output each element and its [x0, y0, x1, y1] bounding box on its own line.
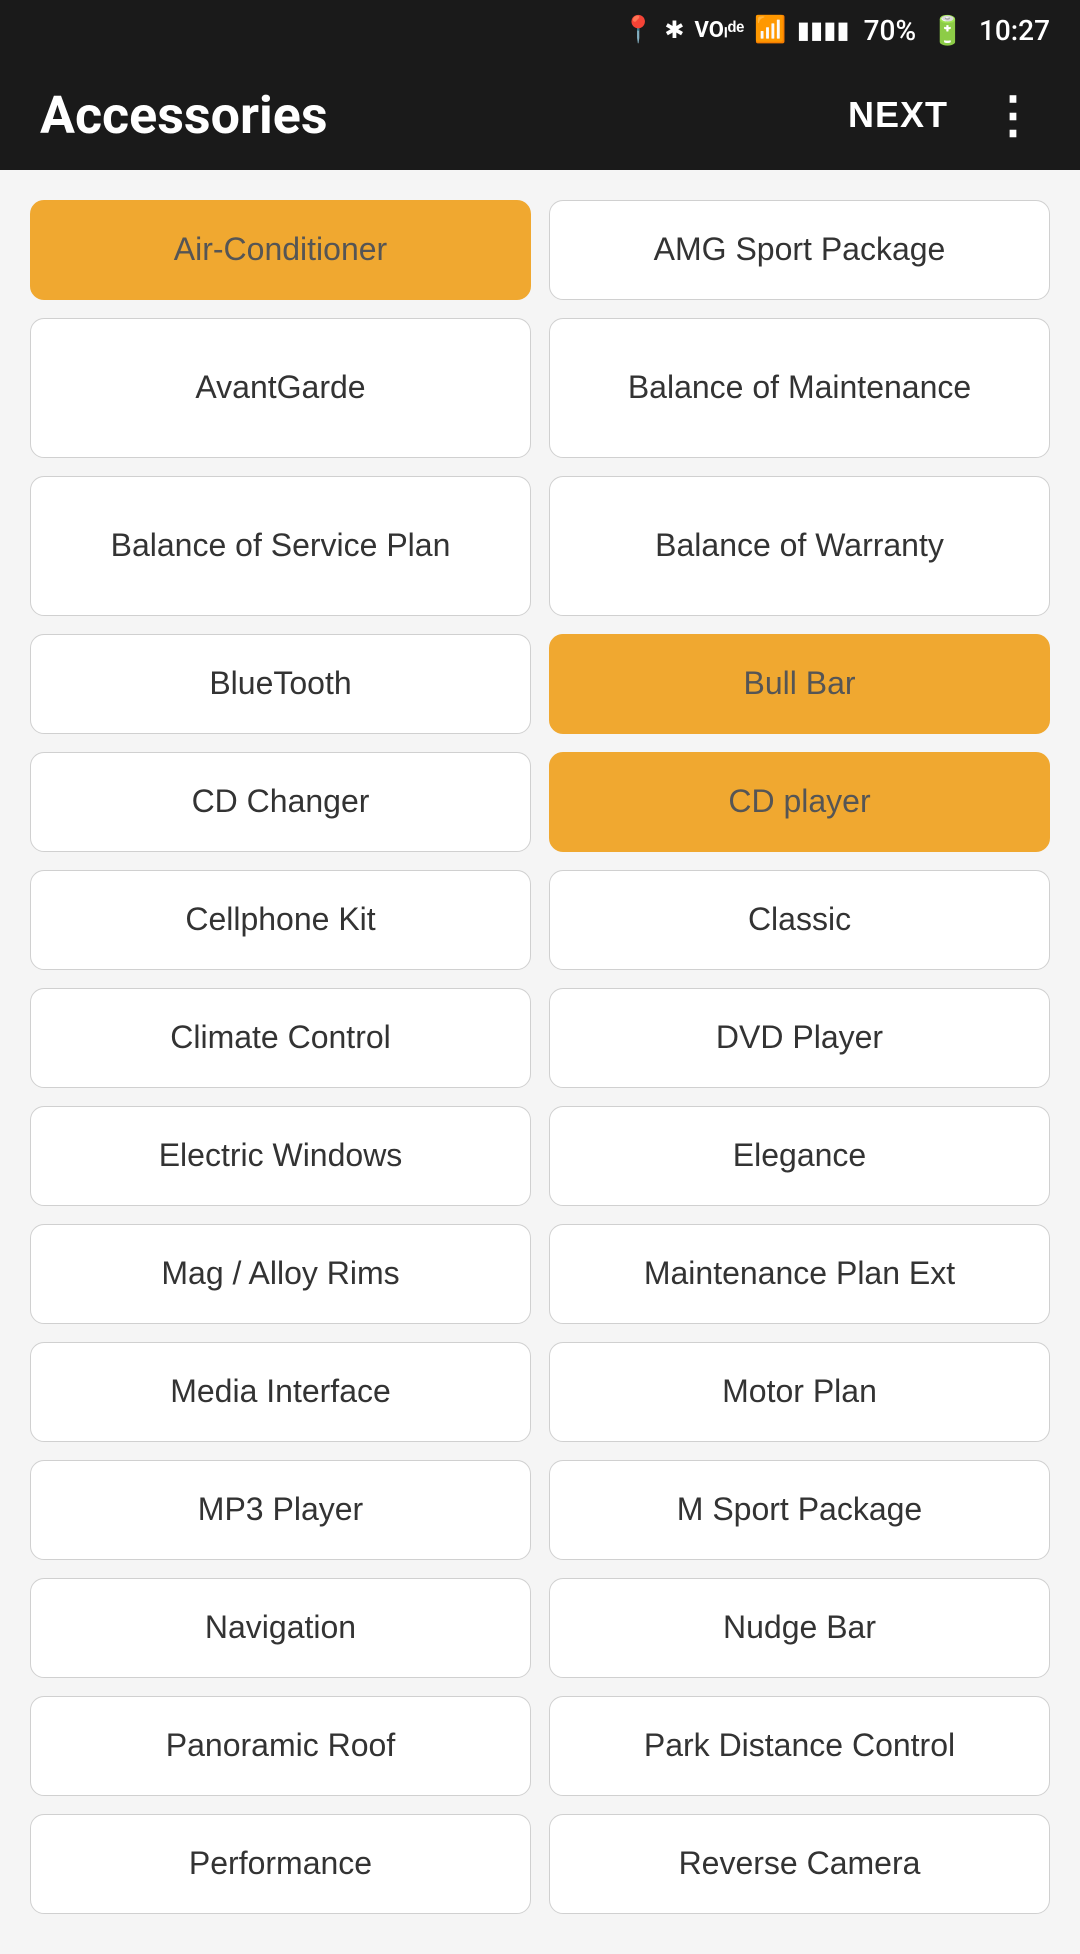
app-bar: Accessories NEXT ⋮	[0, 60, 1080, 170]
chip-nudge-bar[interactable]: Nudge Bar	[549, 1578, 1050, 1678]
chip-panoramic-roof[interactable]: Panoramic Roof	[30, 1696, 531, 1796]
chip-reverse-camera[interactable]: Reverse Camera	[549, 1814, 1050, 1914]
chip-elegance[interactable]: Elegance	[549, 1106, 1050, 1206]
chip-maintenance-plan-ext[interactable]: Maintenance Plan Ext	[549, 1224, 1050, 1324]
accessories-content: Air-ConditionerAMG Sport PackageAvantGar…	[0, 170, 1080, 1954]
clock: 10:27	[979, 14, 1050, 47]
chip-mag-alloy-rims[interactable]: Mag / Alloy Rims	[30, 1224, 531, 1324]
chip-park-distance-control[interactable]: Park Distance Control	[549, 1696, 1050, 1796]
bluetooth-status-icon: ✱	[664, 16, 684, 44]
accessories-grid: Air-ConditionerAMG Sport PackageAvantGar…	[30, 200, 1050, 1914]
chip-performance[interactable]: Performance	[30, 1814, 531, 1914]
chip-balance-of-maintenance[interactable]: Balance of Maintenance	[549, 318, 1050, 458]
chip-bull-bar[interactable]: Bull Bar	[549, 634, 1050, 734]
chip-cd-changer[interactable]: CD Changer	[30, 752, 531, 852]
chip-electric-windows[interactable]: Electric Windows	[30, 1106, 531, 1206]
chip-cd-player[interactable]: CD player	[549, 752, 1050, 852]
signal-icon: ▮▮▮▮	[797, 16, 850, 44]
next-button[interactable]: NEXT	[848, 94, 948, 136]
location-icon: 📍	[622, 15, 654, 45]
page-title: Accessories	[40, 85, 328, 146]
battery-icon: 🔋	[930, 14, 965, 47]
app-bar-actions: NEXT ⋮	[848, 90, 1040, 140]
chip-classic[interactable]: Classic	[549, 870, 1050, 970]
chip-m-sport-package[interactable]: M Sport Package	[549, 1460, 1050, 1560]
status-bar: 📍 ✱ VOₗᵈᵉ 📶 ▮▮▮▮ 70% 🔋 10:27	[0, 0, 1080, 60]
chip-balance-of-service-plan[interactable]: Balance of Service Plan	[30, 476, 531, 616]
chip-amg-sport-package[interactable]: AMG Sport Package	[549, 200, 1050, 300]
chip-bluetooth[interactable]: BlueTooth	[30, 634, 531, 734]
volte-icon: VOₗᵈᵉ	[694, 17, 744, 43]
chip-navigation[interactable]: Navigation	[30, 1578, 531, 1678]
chip-media-interface[interactable]: Media Interface	[30, 1342, 531, 1442]
chip-balance-of-warranty[interactable]: Balance of Warranty	[549, 476, 1050, 616]
status-icons: 📍 ✱ VOₗᵈᵉ 📶 ▮▮▮▮	[622, 15, 850, 45]
battery-level: 70%	[864, 14, 916, 47]
chip-avantgarde[interactable]: AvantGarde	[30, 318, 531, 458]
overflow-menu-button[interactable]: ⋮	[988, 90, 1040, 140]
chip-mp3-player[interactable]: MP3 Player	[30, 1460, 531, 1560]
chip-air-conditioner[interactable]: Air-Conditioner	[30, 200, 531, 300]
wifi-icon: 📶	[754, 15, 786, 45]
chip-dvd-player[interactable]: DVD Player	[549, 988, 1050, 1088]
chip-motor-plan[interactable]: Motor Plan	[549, 1342, 1050, 1442]
chip-climate-control[interactable]: Climate Control	[30, 988, 531, 1088]
chip-cellphone-kit[interactable]: Cellphone Kit	[30, 870, 531, 970]
